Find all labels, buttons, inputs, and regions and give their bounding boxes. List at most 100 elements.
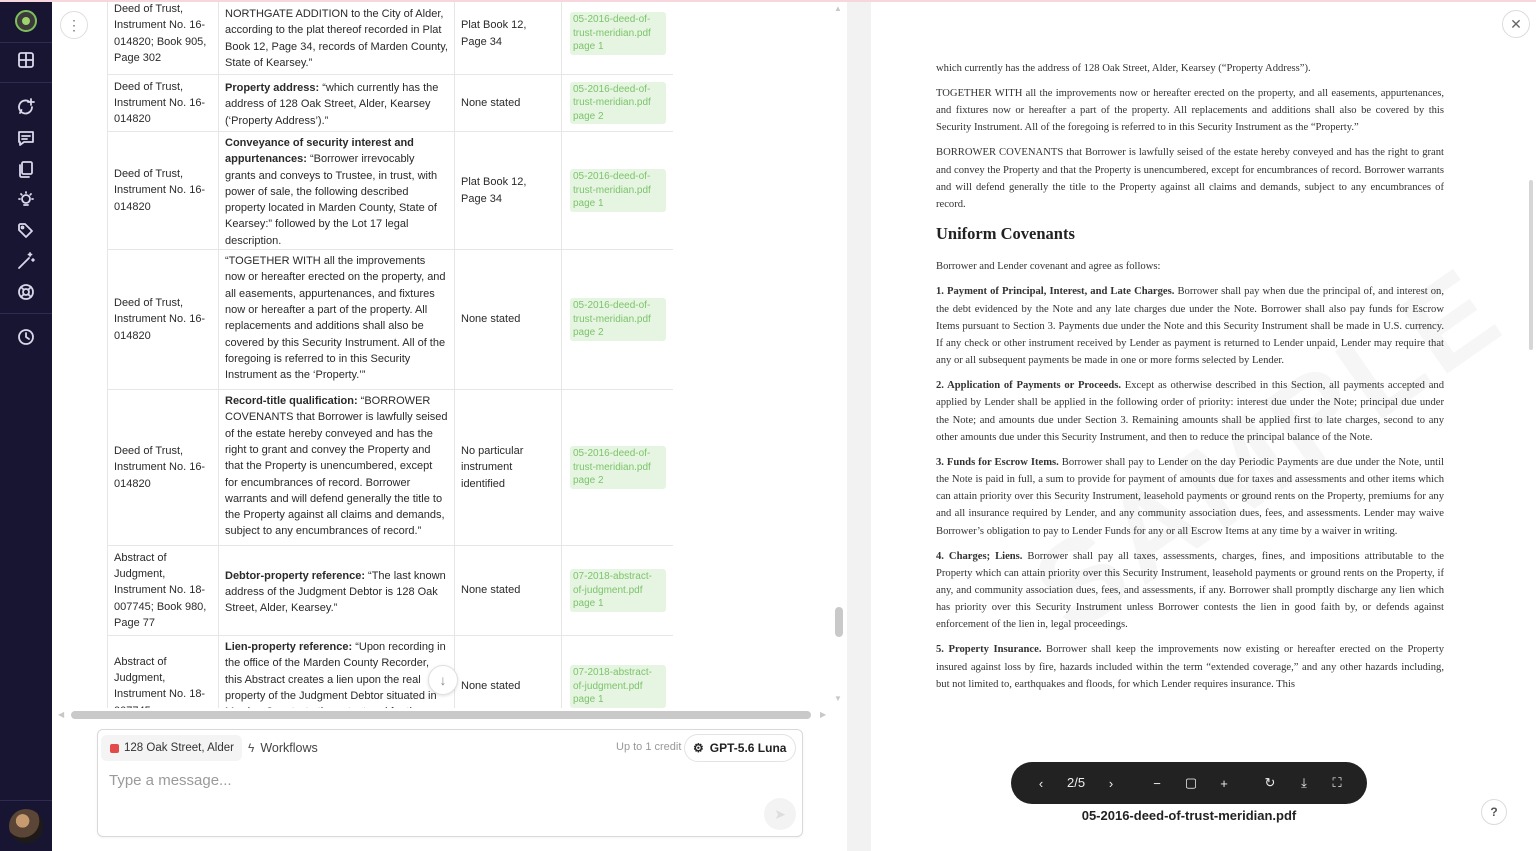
close-viewer-button[interactable]: ✕ xyxy=(1502,10,1530,38)
context-color-square xyxy=(110,743,119,753)
dashboard-icon[interactable] xyxy=(16,50,36,70)
covenant-title: 4. Charges; Liens. xyxy=(936,550,1023,562)
chat-history-icon[interactable] xyxy=(16,128,36,148)
scroll-right-arrow-icon[interactable]: ▶ xyxy=(820,710,826,719)
table-row: Deed of Trust, Instrument No. 16-014820 C… xyxy=(107,130,673,251)
help-icon: ? xyxy=(1490,805,1498,819)
excerpt-cell: Conveyance of security interest and appu… xyxy=(218,130,455,251)
sidebar-divider xyxy=(0,42,52,43)
horizontal-scrollbar-thumb[interactable] xyxy=(71,711,811,719)
scroll-down-arrow-icon[interactable]: ▼ xyxy=(834,694,842,703)
pdf-toolbar: ‹ 2/5 › − ▢ + ↻ ⤓ ⛶ xyxy=(1011,762,1367,804)
fit-page-icon[interactable]: ▢ xyxy=(1183,775,1199,791)
document-viewer: which currently has the address of 128 O… xyxy=(871,0,1536,851)
model-selector-button[interactable]: ⚙ GPT-5.6 Luna xyxy=(684,734,797,762)
more-menu-button[interactable]: ⋮ xyxy=(60,11,88,39)
scroll-left-arrow-icon[interactable]: ◀ xyxy=(58,710,64,719)
source-cell: Abstract of Judgment, Instrument No. 18-… xyxy=(107,545,219,637)
top-accent-line xyxy=(0,0,1536,2)
message-input[interactable] xyxy=(109,768,749,792)
source-text: Abstract of Judgment, Instrument No. 18-… xyxy=(114,551,207,630)
rotate-icon[interactable]: ↻ xyxy=(1262,775,1278,791)
citation-link[interactable]: 07-2018-abstract-of-judgment.pdf page 1 xyxy=(570,665,666,708)
citation-link[interactable]: 05-2016-deed-of-trust-meridian.pdf page … xyxy=(570,169,666,212)
document-heading: Uniform Covenants xyxy=(936,224,1075,244)
arrow-down-icon: ↓ xyxy=(439,672,447,688)
source-cell: Deed of Trust, Instrument No. 16-014820 xyxy=(107,249,219,391)
reference-text: No particular instrument identified xyxy=(461,445,524,490)
source-text: Deed of Trust, Instrument No. 16-014820 xyxy=(114,168,206,213)
covenant-3: 3. Funds for Escrow Items. Borrower shal… xyxy=(936,454,1444,540)
model-label: GPT-5.6 Luna xyxy=(709,741,787,755)
document-page: which currently has the address of 128 O… xyxy=(936,60,1444,770)
table-row: Deed of Trust, Instrument No. 16-014820 R… xyxy=(107,389,673,547)
message-composer: 128 Oak Street, Alder ϟ Workflows Up to … xyxy=(97,729,803,837)
user-avatar[interactable] xyxy=(9,809,43,843)
citation-cell: 05-2016-deed-of-trust-meridian.pdf page … xyxy=(561,249,673,391)
zoom-in-icon[interactable]: + xyxy=(1216,775,1232,791)
magic-wand-icon[interactable] xyxy=(16,251,36,271)
vertical-scrollbar-thumb[interactable] xyxy=(835,607,843,637)
lightning-icon: ϟ xyxy=(248,741,255,755)
sidebar xyxy=(0,0,52,851)
citation-cell: 05-2016-deed-of-trust-meridian.pdf page … xyxy=(561,389,673,547)
next-page-icon[interactable]: › xyxy=(1103,775,1119,791)
panel-divider[interactable] xyxy=(847,0,871,851)
fullscreen-icon[interactable]: ⛶ xyxy=(1329,775,1345,791)
covenant-title: 5. Property Insurance. xyxy=(936,644,1042,656)
sidebar-divider xyxy=(0,800,52,801)
source-cell: Abstract of Judgment, Instrument No. 18-… xyxy=(107,635,219,708)
credit-cost-text: Up to 1 credit xyxy=(616,741,682,753)
app-logo[interactable] xyxy=(15,10,37,32)
citation-link[interactable]: 05-2016-deed-of-trust-meridian.pdf page … xyxy=(570,81,666,125)
workflows-label: Workflows xyxy=(260,741,318,755)
excerpt-text: “Borrower irrevocably grants and conveys… xyxy=(225,153,438,247)
reference-text: None stated xyxy=(461,313,521,326)
excerpt-text: “TOGETHER WITH all the improvements now … xyxy=(225,255,446,382)
excerpt-label: Lien-property reference: xyxy=(225,641,353,654)
results-table-container: Deed of Trust, Instrument No. 16-014820;… xyxy=(107,0,673,708)
reference-cell: Plat Book 12, Page 34 xyxy=(454,0,562,75)
source-cell: Deed of Trust, Instrument No. 16-014820 xyxy=(107,130,219,251)
table-row: Deed of Trust, Instrument No. 16-014820 “… xyxy=(107,249,673,391)
history-clock-icon[interactable] xyxy=(16,327,36,347)
citation-link[interactable]: 05-2016-deed-of-trust-meridian.pdf page … xyxy=(570,446,666,489)
sliders-icon: ⚙ xyxy=(693,741,704,755)
insights-icon[interactable] xyxy=(16,190,36,210)
support-icon[interactable] xyxy=(16,282,36,302)
scroll-up-arrow-icon[interactable]: ▲ xyxy=(834,4,842,13)
download-icon[interactable]: ⤓ xyxy=(1296,775,1312,791)
previous-page-icon[interactable]: ‹ xyxy=(1033,775,1049,791)
source-text: Deed of Trust, Instrument No. 16-014820 xyxy=(114,80,206,126)
tags-icon[interactable] xyxy=(16,221,36,241)
document-paragraph: BORROWER COVENANTS that Borrower is lawf… xyxy=(936,147,1444,211)
source-text: Abstract of Judgment, Instrument No. 18-… xyxy=(114,655,206,708)
new-chat-icon[interactable] xyxy=(16,97,36,117)
excerpt-label: Property address: xyxy=(225,82,320,95)
citation-link[interactable]: 05-2016-deed-of-trust-meridian.pdf page … xyxy=(570,12,666,55)
context-chip[interactable]: 128 Oak Street, Alder xyxy=(101,735,242,761)
excerpt-cell: Debtor-property reference: “The last kno… xyxy=(218,545,455,637)
zoom-out-icon[interactable]: − xyxy=(1149,775,1165,791)
covenant-body: Borrower shall pay all taxes, assessment… xyxy=(936,550,1444,631)
document-paragraph: which currently has the address of 128 O… xyxy=(936,63,1311,74)
excerpt-cell: Lien-property reference: “Upon recording… xyxy=(218,635,455,708)
send-button[interactable]: ➤ xyxy=(764,798,796,830)
help-button[interactable]: ? xyxy=(1481,799,1507,825)
results-table-body: Deed of Trust, Instrument No. 16-014820;… xyxy=(107,0,673,708)
documents-icon[interactable] xyxy=(16,159,36,179)
citation-link[interactable]: 05-2016-deed-of-trust-meridian.pdf page … xyxy=(570,298,666,341)
table-row: Deed of Trust, Instrument No. 16-014820 P… xyxy=(107,74,673,132)
reference-cell: No particular instrument identified xyxy=(454,389,562,547)
document-filename: 05-2016-deed-of-trust-meridian.pdf xyxy=(1081,808,1297,823)
workflows-button[interactable]: ϟ Workflows xyxy=(248,735,318,761)
excerpt-text: NORTHGATE ADDITION to the City of Alder,… xyxy=(225,8,448,69)
excerpt-label: Record-title qualification: xyxy=(225,395,358,408)
reference-cell: None stated xyxy=(454,545,562,637)
covenant-1: 1. Payment of Principal, Interest, and L… xyxy=(936,283,1444,369)
document-scrollbar-thumb[interactable] xyxy=(1529,180,1533,350)
excerpt-label: Debtor-property reference: xyxy=(225,569,365,582)
citation-link[interactable]: 07-2018-abstract-of-judgment.pdf page 1 xyxy=(570,569,666,612)
covenant-title: 3. Funds for Escrow Items. xyxy=(936,456,1059,468)
scroll-to-bottom-button[interactable]: ↓ xyxy=(428,665,458,695)
